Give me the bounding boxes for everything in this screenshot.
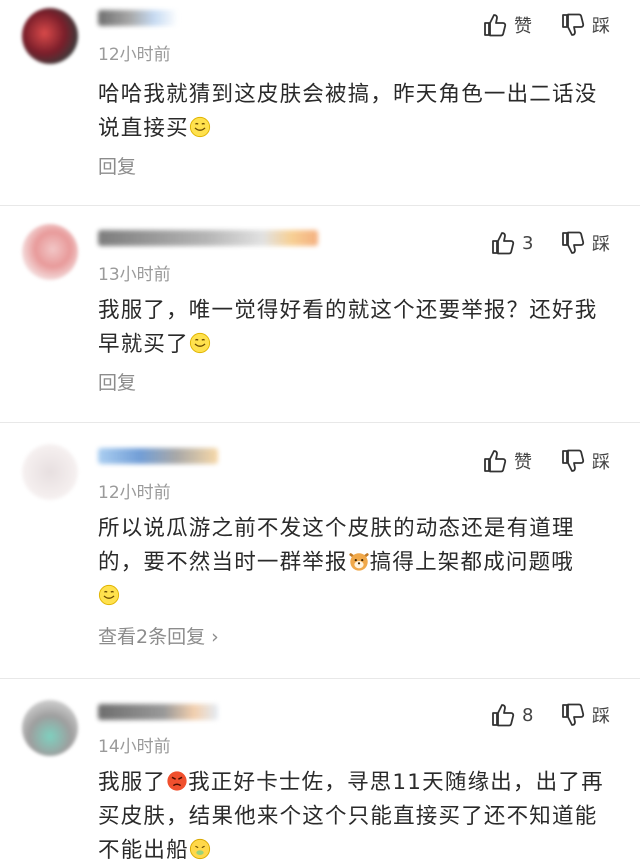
chevron-right-icon: ›	[211, 626, 219, 648]
dislike-button[interactable]: 踩	[560, 12, 610, 38]
comment-item: 14小时前 8 踩 我服了 我正好卡士佐，寻思11天随缘出，出了再买皮肤，结果他来…	[0, 690, 640, 863]
view-replies-button[interactable]: 查看2条回复 ›	[98, 622, 219, 649]
comment-item: 12小时前 赞 踩 所以说瓜游之前不发这个皮肤的动态还是有道理的，要不然当时一群…	[0, 434, 640, 674]
username[interactable]	[98, 704, 218, 720]
like-count: 8	[522, 704, 534, 726]
thumbs-up-icon	[482, 448, 508, 474]
username[interactable]	[98, 448, 218, 464]
dislike-label: 踩	[592, 16, 610, 37]
like-button[interactable]: 赞	[482, 12, 532, 38]
like-label: 赞	[514, 452, 532, 473]
thumbs-down-icon	[560, 230, 586, 256]
thumbs-down-icon	[560, 448, 586, 474]
thumbs-up-icon	[482, 12, 508, 38]
dislike-label: 踩	[592, 234, 610, 255]
avatar[interactable]	[22, 224, 78, 280]
smile-emoji-icon	[189, 116, 211, 138]
comment-text: 哈哈我就猜到这皮肤会被搞，昨天角色一出二话没说直接买	[98, 82, 598, 141]
dislike-button[interactable]: 踩	[560, 448, 610, 474]
like-button[interactable]: 3	[490, 230, 533, 256]
comment-text: 我服了 我正好卡士佐，寻思11天随缘出，出了再买皮肤，结果他来个这个只能直接买了还…	[98, 770, 604, 863]
thumbs-down-icon	[560, 12, 586, 38]
sick-emoji-icon	[189, 838, 211, 860]
comment-item: 13小时前 3 踩 我服了，唯一觉得好看的就这个还要举报？还好我早就买了 回复	[0, 216, 640, 416]
thumbs-up-icon	[490, 702, 516, 728]
thumbs-up-icon	[490, 230, 516, 256]
avatar[interactable]	[22, 700, 78, 756]
dislike-button[interactable]: 踩	[560, 230, 610, 256]
reply-button[interactable]: 回复	[98, 152, 136, 179]
reply-button[interactable]: 回复	[98, 368, 136, 395]
username[interactable]	[98, 230, 318, 246]
smile-emoji-icon	[189, 332, 211, 354]
comment-time: 12小时前	[98, 45, 171, 65]
like-button[interactable]: 8	[490, 702, 533, 728]
comment-time: 12小时前	[98, 483, 171, 503]
like-count: 3	[522, 232, 534, 254]
dislike-button[interactable]: 踩	[560, 702, 610, 728]
thumbs-down-icon	[560, 702, 586, 728]
dislike-label: 踩	[592, 452, 610, 473]
divider	[0, 205, 640, 206]
comment-time: 14小时前	[98, 737, 171, 757]
avatar[interactable]	[22, 8, 78, 64]
username[interactable]	[98, 10, 178, 26]
comment-text: 我服了，唯一觉得好看的就这个还要举报？还好我早就买了	[98, 298, 598, 357]
divider	[0, 422, 640, 423]
divider	[0, 678, 640, 679]
comment-time: 13小时前	[98, 265, 171, 285]
dog-emoji-icon	[348, 550, 370, 572]
avatar[interactable]	[22, 444, 78, 500]
comment-item: 12小时前 赞 踩 哈哈我就猜到这皮肤会被搞，昨天角色一出二话没说直接买 回复	[0, 0, 640, 200]
comment-text: 所以说瓜游之前不发这个皮肤的动态还是有道理的，要不然当时一群举报 搞得上架都成问题…	[98, 512, 618, 614]
like-button[interactable]: 赞	[482, 448, 532, 474]
dislike-label: 踩	[592, 706, 610, 727]
like-label: 赞	[514, 16, 532, 37]
angry-emoji-icon	[166, 770, 188, 792]
smile-emoji-icon	[98, 584, 120, 606]
